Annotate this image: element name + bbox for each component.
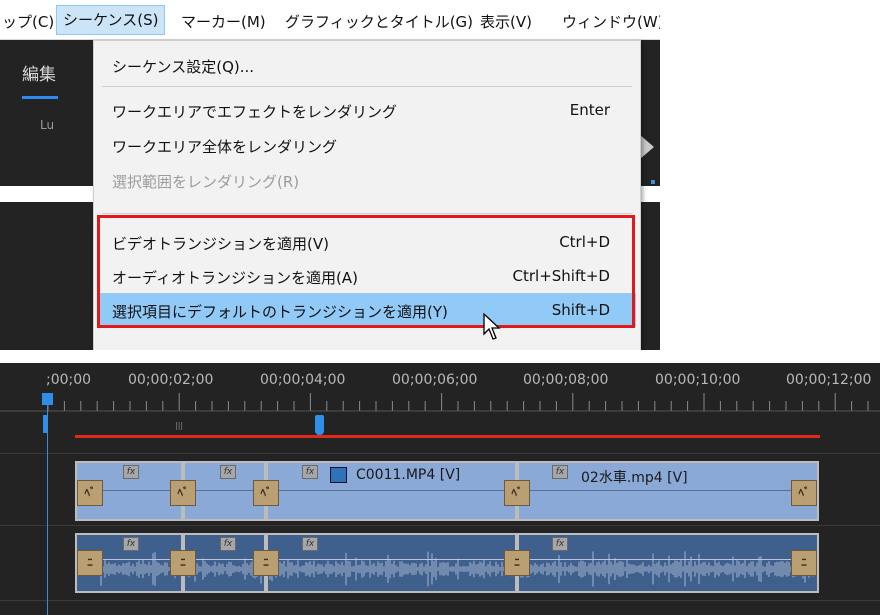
shortcut-enter: Enter bbox=[569, 101, 610, 119]
audio-clip[interactable]: fx bbox=[266, 533, 517, 593]
playhead-line[interactable] bbox=[47, 403, 48, 615]
menu-capture[interactable]: ップ(C) bbox=[2, 11, 54, 32]
audio-transition[interactable]: ﾆ bbox=[170, 550, 196, 576]
fx-badge-icon[interactable]: fx bbox=[220, 465, 236, 479]
menu-graphics-titles[interactable]: グラフィックとタイトル(G) bbox=[285, 11, 473, 32]
audio-clip[interactable]: fx bbox=[517, 533, 819, 593]
track-divider bbox=[0, 453, 880, 454]
mouse-cursor-icon bbox=[483, 313, 501, 340]
menu-sequence[interactable]: シーケンス(S) bbox=[56, 5, 166, 35]
time-ruler[interactable] bbox=[0, 393, 880, 423]
render-status-bar bbox=[75, 435, 820, 438]
fx-badge-icon[interactable]: fx bbox=[123, 465, 139, 479]
menu-item-sequence-settings[interactable]: シーケンス設定(Q)... bbox=[112, 56, 254, 77]
timecode-label: 00;00;08;00 bbox=[523, 372, 609, 388]
menu-screenshot-panel: 編集 Lu ップ(C) シーケンス(S) マーカー(M) グラフィックとタイトル… bbox=[0, 0, 660, 350]
video-transition[interactable]: ﾍﾞ bbox=[791, 480, 817, 506]
menu-item-render-entire-work-area[interactable]: ワークエリア全体をレンダリング bbox=[112, 136, 337, 157]
menu-separator bbox=[102, 213, 632, 214]
playhead-handle[interactable] bbox=[42, 393, 53, 405]
audio-transition[interactable]: ﾆ bbox=[77, 550, 103, 576]
timeline-marker-icon[interactable] bbox=[315, 415, 324, 435]
video-transition[interactable]: ﾍﾞ bbox=[504, 480, 530, 506]
clip-name: C0011.MP4 [V] bbox=[356, 467, 461, 483]
timecode-label: 00;00;02;00 bbox=[128, 372, 214, 388]
video-clip-02suisha[interactable]: fx 02水車.mp4 [V] bbox=[517, 461, 819, 521]
menu-bar: ップ(C) シーケンス(S) マーカー(M) グラフィックとタイトル(G) 表示… bbox=[0, 0, 660, 40]
timecode-label: ;00;00 bbox=[46, 372, 92, 388]
linked-media-icon bbox=[330, 467, 347, 483]
active-tab-underline bbox=[22, 96, 58, 99]
workspace-tab-edit[interactable]: 編集 bbox=[22, 60, 56, 85]
audio-transition[interactable]: ﾆ bbox=[253, 550, 279, 576]
menu-item-render-selection[interactable]: 選択範囲をレンダリング(R) bbox=[112, 171, 299, 192]
video-clip-c0011[interactable]: fx C0011.MP4 [V] bbox=[266, 461, 517, 521]
timecode-label: 00;00;10;00 bbox=[655, 372, 741, 388]
video-transition[interactable]: ﾍﾞ bbox=[253, 480, 279, 506]
highlight-annotation-box bbox=[97, 215, 635, 328]
opacity-line bbox=[519, 490, 817, 491]
audio-waveform bbox=[520, 551, 814, 587]
fx-badge-icon[interactable]: fx bbox=[552, 465, 568, 479]
track-divider bbox=[0, 525, 880, 526]
clip-name: 02水車.mp4 [V] bbox=[581, 470, 688, 486]
audio-transition[interactable]: ﾆ bbox=[791, 550, 817, 576]
opacity-line bbox=[268, 490, 515, 491]
track-divider bbox=[0, 600, 880, 601]
panel-label: Lu bbox=[40, 118, 55, 132]
menu-window[interactable]: ウィンドウ(W) bbox=[562, 11, 660, 32]
video-transition[interactable]: ﾍﾞ bbox=[170, 480, 196, 506]
ruler-minor-mark: ||| bbox=[175, 421, 184, 430]
volume-line bbox=[519, 559, 817, 560]
menu-view[interactable]: 表示(V) bbox=[480, 11, 532, 32]
timecode-label: 00;00;12;00 bbox=[786, 372, 872, 388]
video-transition[interactable]: ﾍﾞ bbox=[77, 480, 103, 506]
volume-line bbox=[268, 559, 515, 560]
menu-item-render-effects-work-area[interactable]: ワークエリアでエフェクトをレンダリング bbox=[112, 101, 397, 122]
menu-marker[interactable]: マーカー(M) bbox=[181, 11, 266, 32]
play-arrow-icon[interactable] bbox=[640, 135, 654, 159]
audio-waveform bbox=[269, 551, 513, 587]
audio-transition[interactable]: ﾆ bbox=[504, 550, 530, 576]
timecode-label: 00;00;04;00 bbox=[260, 372, 346, 388]
indicator-dot bbox=[651, 180, 655, 184]
menu-separator bbox=[102, 86, 632, 87]
timeline-panel: ;00;00 00;00;02;00 00;00;04;00 00;00;06;… bbox=[0, 363, 880, 615]
timecode-label: 00;00;06;00 bbox=[392, 372, 478, 388]
fx-badge-icon[interactable]: fx bbox=[302, 465, 318, 479]
